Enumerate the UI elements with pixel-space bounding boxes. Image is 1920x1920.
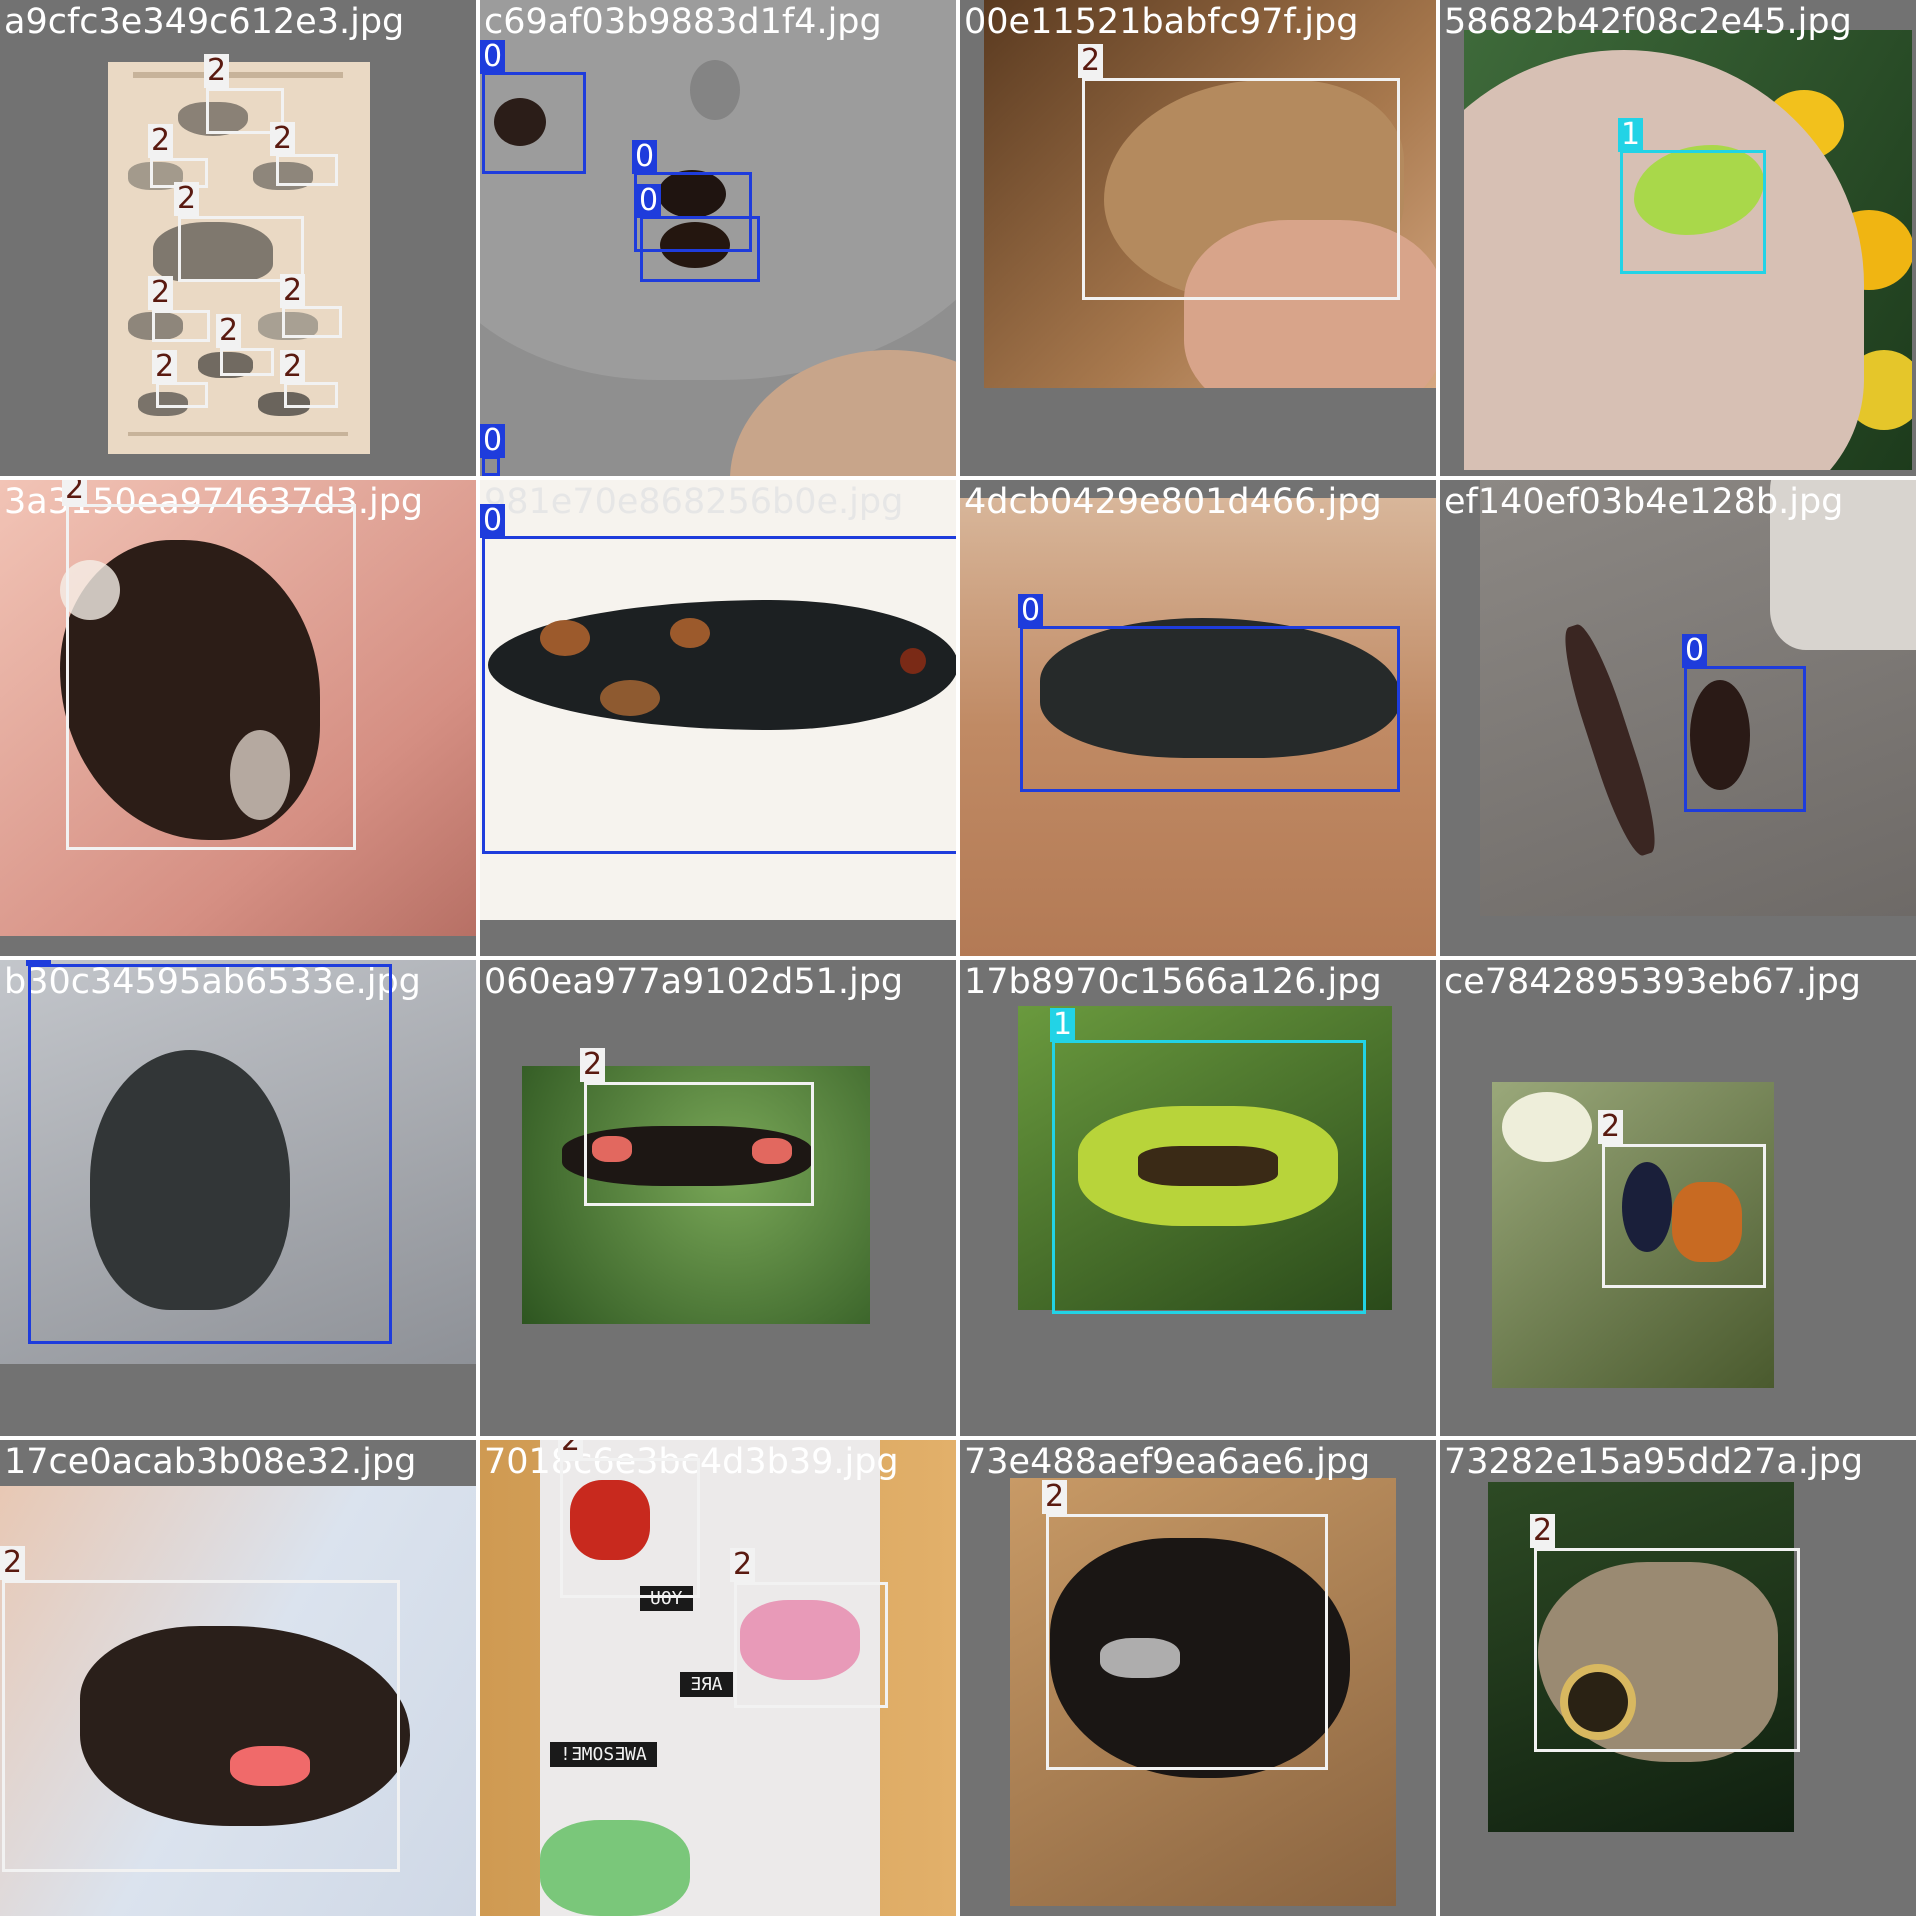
detection-box bbox=[734, 1582, 888, 1708]
tile-filename: 17b8970c1566a126.jpg bbox=[964, 962, 1382, 1002]
detection-box bbox=[1020, 626, 1400, 792]
detection-label: 0 bbox=[480, 504, 506, 538]
tile-3[interactable]: 58682b42f08c2e45.jpg 1 bbox=[1440, 0, 1916, 476]
detection-box bbox=[584, 1082, 814, 1206]
detection-label: 2 bbox=[580, 1048, 606, 1082]
detection-label: 2 bbox=[152, 350, 178, 384]
tile-filename: 060ea977a9102d51.jpg bbox=[484, 962, 904, 1002]
detection-box bbox=[1046, 1514, 1328, 1770]
tile-1[interactable]: c69af03b9883d1f4.jpg 0 0 0 0 bbox=[480, 0, 956, 476]
tile-0[interactable]: a9cfc3e349c612e3.jpg 2 2 2 2 2 2 2 2 2 bbox=[0, 0, 476, 476]
tile-filename: c69af03b9883d1f4.jpg bbox=[484, 2, 882, 42]
tile-6[interactable]: 4dcb0429e801d466.jpg 0 bbox=[960, 480, 1436, 956]
detection-box bbox=[152, 310, 210, 342]
tile-5[interactable]: 981e70e868256b0e.jpg 0 bbox=[480, 480, 956, 956]
detection-box bbox=[2, 1580, 400, 1872]
detection-label: 2 bbox=[558, 1440, 584, 1458]
tile-10[interactable]: 17b8970c1566a126.jpg 1 bbox=[960, 960, 1436, 1436]
detection-box bbox=[282, 306, 342, 338]
detection-box bbox=[482, 536, 956, 854]
grid-divider bbox=[0, 956, 1920, 959]
tile-4[interactable]: 3a3150ea974637d3.jpg 2 bbox=[0, 480, 476, 956]
tile-15[interactable]: 73282e15a95dd27a.jpg 2 bbox=[1440, 1440, 1916, 1916]
detection-box bbox=[482, 72, 586, 174]
tile-14[interactable]: 73e488aef9ea6ae6.jpg 2 bbox=[960, 1440, 1436, 1916]
tile-12[interactable]: 17ce0acab3b08e32.jpg 2 bbox=[0, 1440, 476, 1916]
tile-filename: ce7842895393eb67.jpg bbox=[1444, 962, 1862, 1002]
detection-label: 2 bbox=[148, 124, 174, 158]
grid-divider bbox=[0, 1436, 1920, 1439]
tile-7[interactable]: ef140ef03b4e128b.jpg 0 bbox=[1440, 480, 1916, 956]
detection-label: 0 bbox=[636, 184, 662, 218]
grid-divider bbox=[1436, 0, 1439, 1920]
tile-filename: ef140ef03b4e128b.jpg bbox=[1444, 482, 1844, 522]
detection-box bbox=[28, 964, 392, 1344]
tile-8[interactable]: b30c34595ab6533e.jpg 0 bbox=[0, 960, 476, 1436]
tile-2[interactable]: 00e11521babfc97f.jpg 2 bbox=[960, 0, 1436, 476]
detection-label: 1 bbox=[1050, 1008, 1076, 1042]
detection-label: 2 bbox=[148, 276, 174, 310]
detection-box bbox=[482, 456, 500, 476]
detection-label: 2 bbox=[0, 1546, 26, 1580]
tile-13[interactable]: UOY ƎЯA !ƎMOSƎWA 7018c6e3bc4d3b39.jpg 2 … bbox=[480, 1440, 956, 1916]
detection-label: 0 bbox=[26, 960, 52, 966]
detection-label: 2 bbox=[270, 122, 296, 156]
detection-box bbox=[560, 1458, 700, 1598]
detection-box bbox=[1684, 666, 1806, 812]
detection-label: 1 bbox=[1618, 118, 1644, 152]
grid-divider bbox=[476, 0, 479, 1920]
detection-box bbox=[220, 348, 274, 376]
detection-label: 2 bbox=[216, 314, 242, 348]
tile-filename: 73e488aef9ea6ae6.jpg bbox=[964, 1442, 1371, 1482]
tile-filename: 00e11521babfc97f.jpg bbox=[964, 2, 1359, 42]
tile-filename: a9cfc3e349c612e3.jpg bbox=[4, 2, 405, 42]
detection-box bbox=[66, 504, 356, 850]
detection-box bbox=[1052, 1040, 1366, 1314]
detection-label: 2 bbox=[1530, 1514, 1556, 1548]
card-word-are: ƎЯA bbox=[680, 1672, 733, 1697]
detection-label: 0 bbox=[480, 424, 506, 458]
detection-box bbox=[276, 154, 338, 186]
detection-label: 0 bbox=[632, 140, 658, 174]
detection-label: 2 bbox=[1598, 1110, 1624, 1144]
tile-filename: 981e70e868256b0e.jpg bbox=[484, 482, 904, 522]
detection-label: 2 bbox=[174, 182, 200, 216]
tile-filename: 17ce0acab3b08e32.jpg bbox=[4, 1442, 417, 1482]
detection-label: 0 bbox=[480, 40, 506, 74]
tile-11[interactable]: ce7842895393eb67.jpg 2 bbox=[1440, 960, 1916, 1436]
tile-filename: 58682b42f08c2e45.jpg bbox=[1444, 2, 1852, 42]
detection-label: 0 bbox=[1018, 594, 1044, 628]
detection-label: 2 bbox=[62, 480, 88, 506]
detection-box bbox=[1534, 1548, 1800, 1752]
detection-label: 2 bbox=[1042, 1480, 1068, 1514]
detection-box bbox=[156, 382, 208, 408]
grid-divider bbox=[956, 0, 959, 1920]
tile-filename: 73282e15a95dd27a.jpg bbox=[1444, 1442, 1864, 1482]
detection-box bbox=[640, 216, 760, 282]
grid-divider bbox=[0, 476, 1920, 479]
detection-label: 2 bbox=[730, 1548, 756, 1582]
detection-box bbox=[284, 382, 338, 408]
mosaic-grid: a9cfc3e349c612e3.jpg 2 2 2 2 2 2 2 2 2 c… bbox=[0, 0, 1920, 1920]
tile-9[interactable]: 060ea977a9102d51.jpg 2 bbox=[480, 960, 956, 1436]
detection-label: 0 bbox=[1682, 634, 1708, 668]
detection-label: 2 bbox=[204, 54, 230, 88]
detection-box bbox=[1602, 1144, 1766, 1288]
detection-box bbox=[1082, 78, 1400, 300]
detection-label: 2 bbox=[280, 350, 306, 384]
card-word-awesome: !ƎMOSƎWA bbox=[550, 1742, 657, 1767]
detection-label: 2 bbox=[1078, 44, 1104, 78]
detection-label: 2 bbox=[280, 274, 306, 308]
detection-box bbox=[1620, 150, 1766, 274]
tile-filename: 4dcb0429e801d466.jpg bbox=[964, 482, 1382, 522]
